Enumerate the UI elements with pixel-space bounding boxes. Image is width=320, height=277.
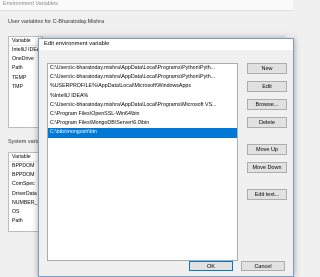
delete-button[interactable]: Delete	[247, 117, 287, 128]
path-entry-row[interactable]: %USERPROFILE%\AppData\Local\Microsoft\Wi…	[48, 82, 237, 91]
edit-button[interactable]: Edit	[247, 81, 287, 92]
path-entry-row[interactable]: %IntelliJ IDEA%	[48, 92, 237, 101]
system-variables-label: System varia	[8, 139, 40, 145]
path-entry-row[interactable]: C:\Program Files\MongoDB\Server\6.0\bin	[48, 119, 237, 128]
path-entry-row[interactable]: C:\Users\c-bharatoday.mishra\AppData\Loc…	[48, 101, 237, 110]
user-variables-label: User variables for C-Bharatoday.Mishra	[8, 19, 105, 25]
cancel-button[interactable]: Cancel	[241, 261, 285, 271]
move-down-button[interactable]: Move Down	[247, 162, 287, 173]
dialog-title: Edit environment variable	[44, 41, 110, 47]
background-window-title: Environment Variables	[3, 1, 58, 7]
path-entry-row-selected[interactable]: C:\bits\mongosh\bin	[48, 128, 237, 138]
path-entries-list[interactable]: C:\Users\c-bharatoday.mishra\AppData\Loc…	[47, 63, 238, 261]
path-entry-row[interactable]: C:\Program Files\OpenSSL-Win64\bin	[48, 110, 237, 119]
path-entry-row[interactable]: C:\Users\c-bharatoday.mishra\AppData\Loc…	[48, 73, 237, 82]
new-button[interactable]: New	[247, 63, 287, 74]
move-up-button[interactable]: Move Up	[247, 144, 287, 155]
path-entry-row[interactable]: C:\Users\c-bharatoday.mishra\AppData\Loc…	[48, 64, 237, 73]
edit-environment-variable-dialog: Edit environment variable C:\Users\c-bha…	[38, 38, 294, 277]
edit-text-button[interactable]: Edit text...	[247, 189, 287, 200]
browse-button[interactable]: Browse...	[247, 99, 287, 110]
ok-button[interactable]: OK	[189, 261, 233, 271]
